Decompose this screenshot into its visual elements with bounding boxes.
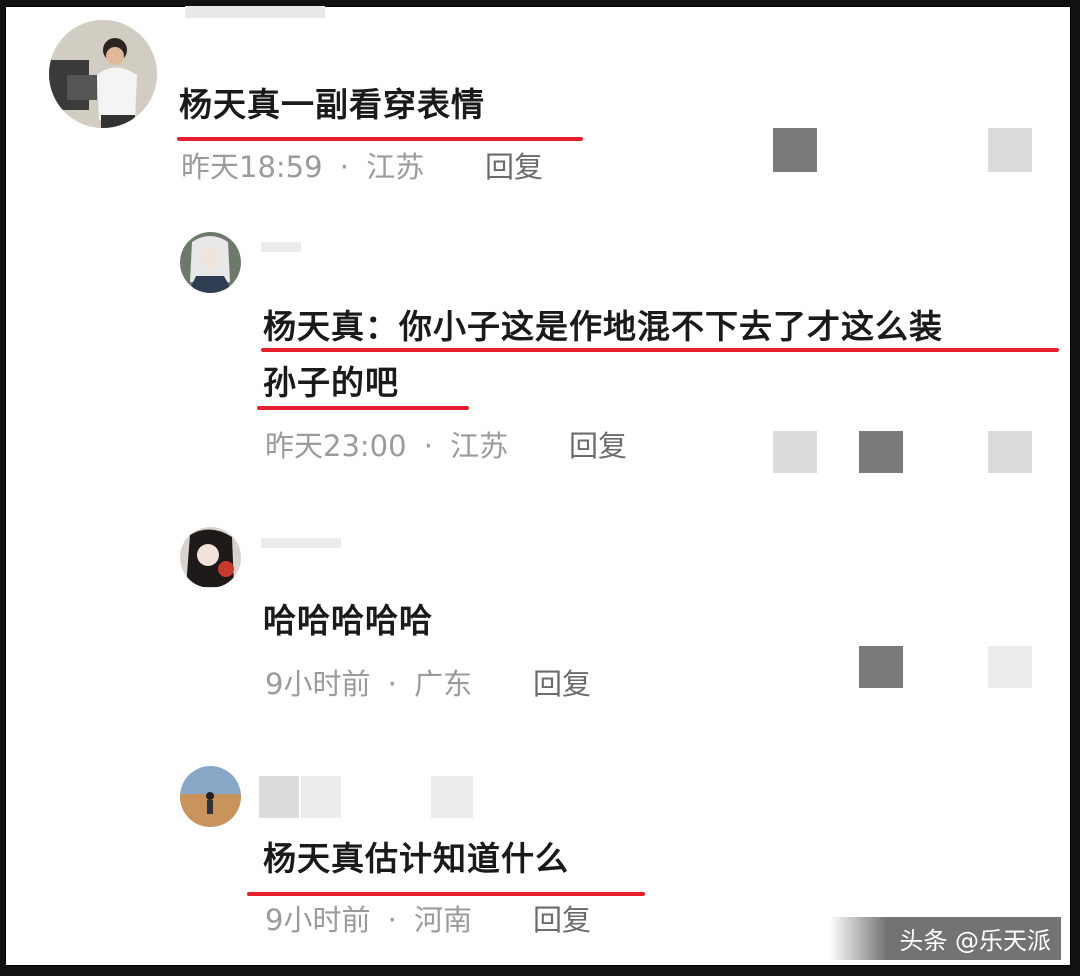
- comment-location: 江苏: [366, 150, 425, 184]
- avatar-photo: [49, 20, 157, 128]
- comment-location: 广东: [414, 667, 473, 701]
- comment-time: 昨天18:59: [181, 150, 323, 184]
- avatar-photo: [180, 232, 241, 293]
- blurred-icon: [773, 128, 817, 172]
- separator: ·: [339, 150, 350, 184]
- separator: ·: [387, 667, 397, 701]
- comment-meta: 昨天18:59 · 江苏: [181, 147, 424, 187]
- comment-meta: 昨天23:00 · 江苏: [265, 426, 508, 466]
- red-underline: [257, 406, 469, 410]
- comment-location: 江苏: [450, 429, 509, 463]
- comment-text-line2: 孙子的吧: [263, 363, 399, 402]
- blurred-icon: [988, 646, 1032, 688]
- blurred-username: [259, 776, 299, 818]
- reply-button[interactable]: 回复: [533, 664, 591, 704]
- avatar[interactable]: [180, 232, 241, 293]
- red-underline: [247, 892, 645, 896]
- reply-button[interactable]: 回复: [485, 147, 543, 187]
- blurred-icon: [773, 431, 817, 473]
- comment-time: 9小时前: [265, 903, 371, 937]
- comment-time: 昨天23:00: [265, 429, 407, 463]
- comment-meta: 9小时前 · 广东: [265, 664, 472, 704]
- blurred-username: [301, 776, 341, 818]
- comment-text: 哈哈哈哈哈: [263, 601, 433, 640]
- red-underline: [177, 137, 583, 141]
- blurred-icon: [859, 431, 903, 473]
- blurred-username: [185, 6, 325, 18]
- blurred-username: [261, 242, 301, 252]
- screenshot-frame: 杨天真一副看穿表情 昨天18:59 · 江苏 回复 杨天真：你小子这是作地混不下…: [5, 6, 1071, 966]
- blurred-username: [431, 776, 473, 818]
- avatar-photo: [180, 527, 241, 588]
- reply-button[interactable]: 回复: [569, 426, 627, 466]
- comment-text: 杨天真一副看穿表情: [179, 85, 485, 124]
- blurred-username: [261, 538, 341, 548]
- comment-text: 杨天真估计知道什么: [263, 839, 569, 878]
- avatar[interactable]: [49, 20, 157, 128]
- blurred-icon: [988, 431, 1032, 473]
- red-underline: [261, 348, 1059, 352]
- comment-time: 9小时前: [265, 667, 371, 701]
- avatar[interactable]: [180, 527, 241, 588]
- comment-location: 河南: [414, 903, 473, 937]
- blurred-icon: [988, 128, 1032, 172]
- reply-button[interactable]: 回复: [533, 900, 591, 940]
- separator: ·: [423, 429, 434, 463]
- blurred-icon: [859, 646, 903, 688]
- watermark: 头条 @乐天派: [829, 917, 1061, 960]
- avatar[interactable]: [180, 766, 241, 827]
- comment-meta: 9小时前 · 河南: [265, 900, 472, 940]
- avatar-photo: [180, 766, 241, 827]
- separator: ·: [387, 903, 397, 937]
